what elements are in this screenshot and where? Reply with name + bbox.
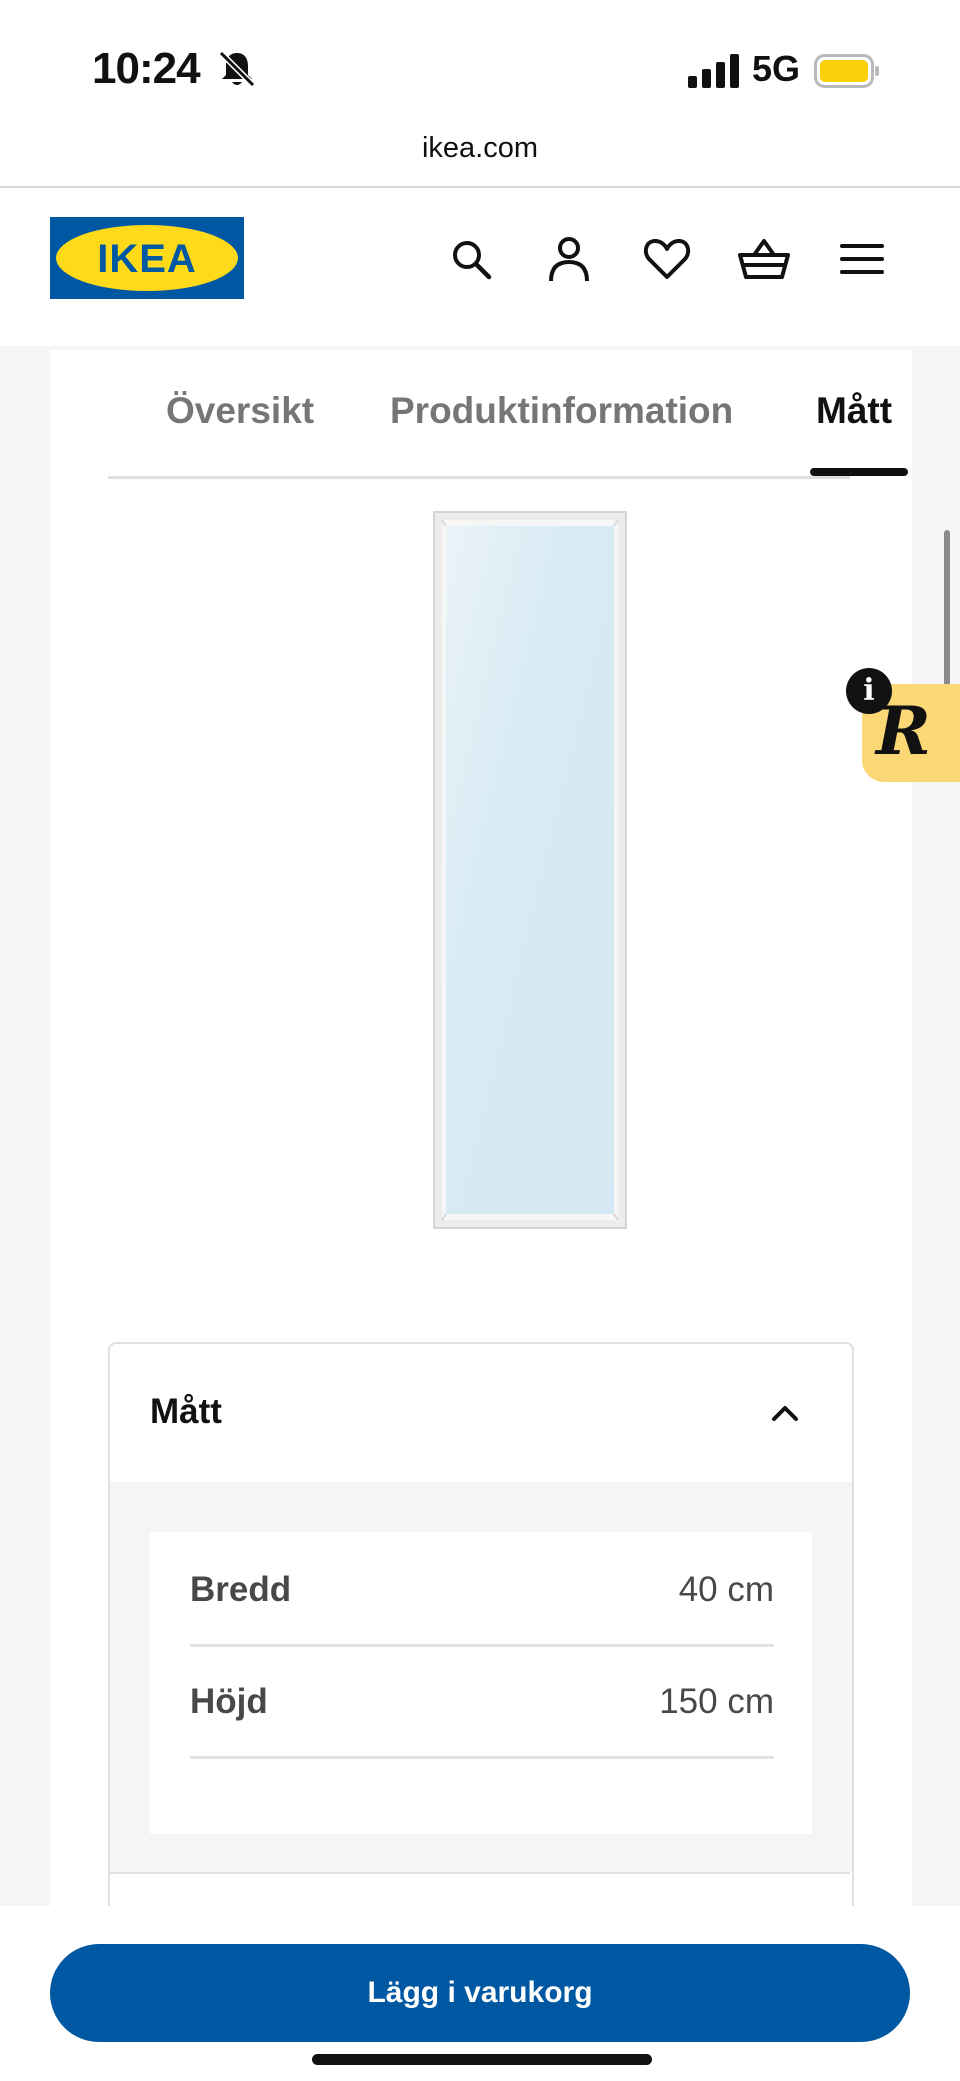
tab-oversikt[interactable]: Översikt [166, 390, 314, 432]
product-details-card: Översikt Produktinformation Mått Mått Br… [50, 350, 912, 1912]
dimension-value: 150 cm [659, 1682, 774, 1721]
user-icon [549, 237, 589, 282]
menu-button[interactable] [835, 232, 889, 286]
dimensions-title: Mått [150, 1392, 222, 1431]
site-header: IKEA [0, 188, 960, 346]
bell-muted-icon [218, 50, 256, 88]
chevron-up-icon [772, 1406, 798, 1421]
dimension-label: Bredd [190, 1570, 292, 1609]
status-time: 10:24 [92, 44, 201, 93]
cellular-signal-icon [688, 54, 739, 88]
add-to-cart-button[interactable]: Lägg i varukorg [50, 1944, 910, 2042]
cart-icon [738, 239, 790, 279]
product-image [108, 510, 850, 1238]
favorites-button[interactable] [640, 232, 694, 286]
dimensions-panel: Bredd 40 cm Höjd 150 cm [110, 1482, 852, 1872]
dimension-label: Höjd [190, 1682, 268, 1721]
network-type: 5G [752, 48, 801, 89]
tab-matt[interactable]: Mått [816, 390, 892, 432]
search-icon [453, 241, 492, 280]
cart-button[interactable] [737, 232, 791, 286]
dimension-row-width: Bredd 40 cm [190, 1532, 774, 1647]
dimension-row-height: Höjd 150 cm [190, 1644, 774, 1759]
dimensions-accordion-header[interactable]: Mått [110, 1344, 852, 1482]
active-tab-indicator [810, 468, 908, 476]
home-indicator[interactable] [312, 2054, 652, 2065]
url-text: ikea.com [421, 132, 539, 164]
product-tabs: Översikt Produktinformation Mått [108, 350, 908, 479]
info-icon[interactable]: i [846, 668, 892, 714]
dimensions-table: Bredd 40 cm Höjd 150 cm [150, 1532, 812, 1834]
tab-produktinformation[interactable]: Produktinformation [390, 390, 733, 432]
dimension-value: 40 cm [678, 1570, 774, 1609]
menu-icon [840, 244, 884, 274]
account-button[interactable] [542, 232, 596, 286]
svg-text:IKEA: IKEA [97, 237, 197, 281]
heart-icon [643, 239, 691, 279]
page-scrollbar[interactable] [944, 530, 950, 692]
status-bar: 10:24 5G [0, 0, 960, 120]
bottom-action-bar: Lägg i varukorg [0, 1906, 960, 2081]
ikea-logo[interactable]: IKEA [50, 217, 244, 299]
dimensions-accordion: Mått Bredd 40 cm Höjd 150 cm [108, 1342, 854, 1912]
battery-icon [814, 54, 879, 88]
browser-url-bar[interactable]: ikea.com [0, 120, 960, 188]
mirror-image [108, 510, 850, 1238]
search-button[interactable] [444, 232, 498, 286]
